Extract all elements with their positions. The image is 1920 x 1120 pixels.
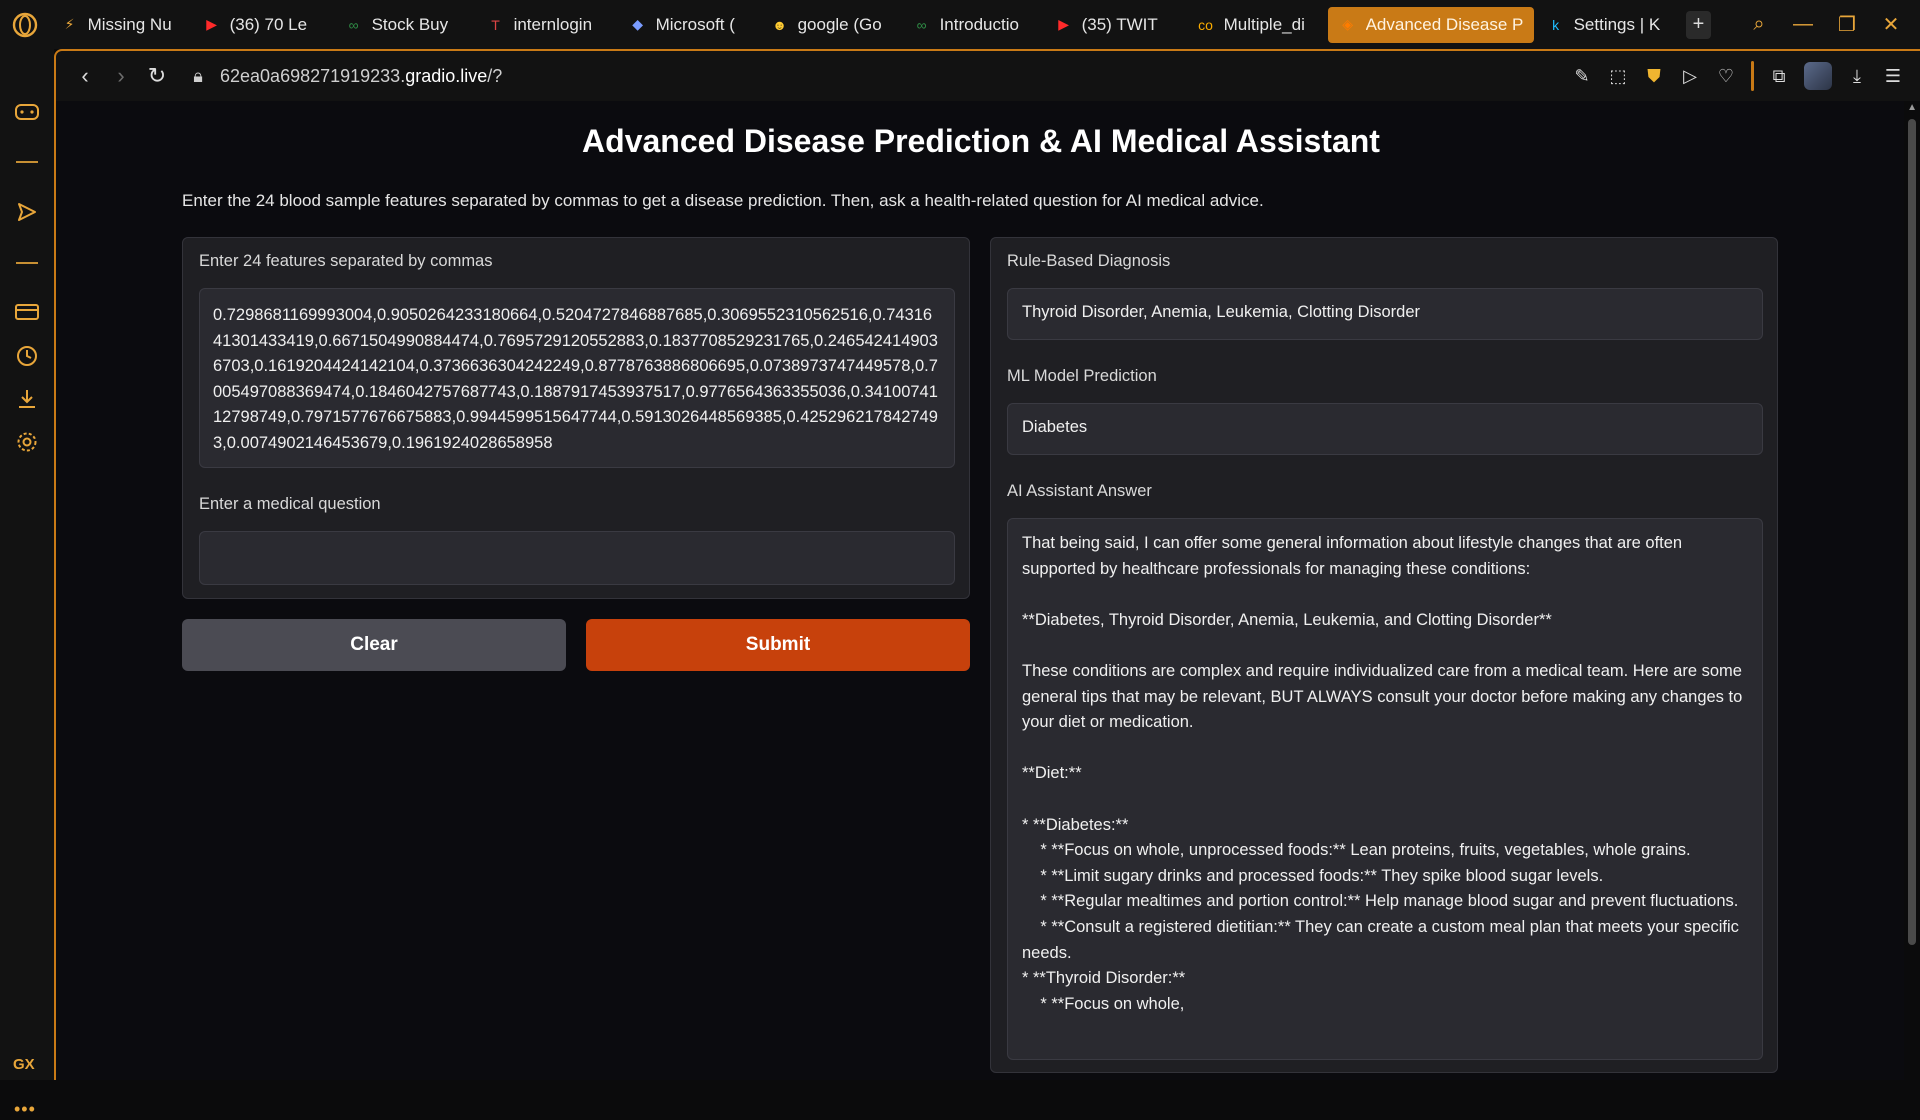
tab-gfg[interactable]: ∞ Introductio <box>902 7 1042 43</box>
scrollbar-thumb[interactable] <box>1908 119 1916 945</box>
ml-prediction-output[interactable]: Diabetes <box>1007 403 1763 455</box>
tab-copilot[interactable]: ◆ Microsoft ( <box>618 7 758 43</box>
diagnosis-label: Rule-Based Diagnosis <box>1007 252 1171 270</box>
opera-gx-logo-icon[interactable] <box>0 0 50 49</box>
tab-youtube[interactable]: ▶ (36) 70 Le <box>192 7 332 43</box>
avatar[interactable] <box>1804 62 1832 90</box>
sidebar-separator <box>16 161 38 163</box>
flow-send-icon[interactable]: ▷ <box>1679 65 1701 87</box>
tab-label: Advanced Disease P <box>1365 14 1524 34</box>
bolt-icon: ⚡ <box>64 16 75 32</box>
settings-gear-icon[interactable] <box>14 429 40 455</box>
gradio-page: Advanced Disease Prediction & AI Medical… <box>54 101 1904 1080</box>
history-icon[interactable] <box>14 343 40 369</box>
lock-icon[interactable]: 🔒︎ <box>184 66 212 87</box>
address-bar: ‹ › ↻ 🔒︎ 62ea0a698271919233.gradio.live/… <box>54 49 1920 101</box>
url-field[interactable]: 62ea0a698271919233.gradio.live/? <box>220 66 502 87</box>
search-icon[interactable]: ⌕ <box>1748 13 1770 36</box>
question-label: Enter a medical question <box>199 495 381 513</box>
reload-icon[interactable]: ↻ <box>140 59 174 93</box>
features-label: Enter 24 features separated by commas <box>199 252 493 270</box>
output-panel: Rule-Based Diagnosis Thyroid Disorder, A… <box>990 237 1778 1073</box>
window-controls: ⌕ — ❐ ✕ <box>1748 12 1920 37</box>
colab-icon: co <box>1198 16 1213 33</box>
page-title: Advanced Disease Prediction & AI Medical… <box>582 123 1380 159</box>
send-icon[interactable] <box>14 199 40 225</box>
tab-gfg[interactable]: ∞ Stock Buy <box>334 7 474 43</box>
diagnosis-output[interactable]: Thyroid Disorder, Anemia, Leukemia, Clot… <box>1007 288 1763 340</box>
tab-bar: ⚡ Missing Nu ▶ (36) 70 Le ∞ Stock Buy Tinternl… <box>0 0 1920 49</box>
question-input[interactable] <box>199 531 955 585</box>
tab-label: (36) 70 Le <box>229 14 308 34</box>
answer-output[interactable]: That being said, I can offer some genera… <box>1007 518 1763 1060</box>
sidebar-separator <box>16 262 38 264</box>
toolbar-divider <box>1751 61 1754 91</box>
pin-icon[interactable]: ✎ <box>1571 65 1593 87</box>
tab-label: internlogin <box>513 14 593 34</box>
tab-label: (35) TWIT <box>1081 14 1158 34</box>
input-panel: Enter 24 features separated by commas 0.… <box>182 237 970 599</box>
new-tab-button[interactable]: + <box>1685 10 1712 39</box>
forward-icon[interactable]: › <box>104 59 138 93</box>
copilot-icon: ◆ <box>632 16 643 32</box>
scroll-up-icon[interactable]: ▲ <box>1907 102 1917 113</box>
youtube-icon: ▶ <box>1058 16 1069 32</box>
tab-label: Missing Nu <box>87 14 172 34</box>
tab-kaggle[interactable]: k Settings | K <box>1536 7 1676 43</box>
url-domain: gradio.live <box>405 65 488 86</box>
snapshot-icon[interactable]: ⬚ <box>1607 65 1629 87</box>
restore-icon[interactable]: ❐ <box>1836 12 1858 37</box>
submit-button[interactable]: Submit <box>586 619 970 671</box>
features-textarea[interactable]: 0.7298681169993004,0.9050264233180664,0.… <box>199 288 955 468</box>
clear-button[interactable]: Clear <box>182 619 566 671</box>
gradio-icon: ◈ <box>1342 16 1353 32</box>
toolbar-right: ✎ ⬚ ⛊ ▷ ♡ ⧉ ⤓ ☰ <box>1571 61 1920 91</box>
tab-strip: ⚡ Missing Nu ▶ (36) 70 Le ∞ Stock Buy Tinternl… <box>50 0 1678 49</box>
close-icon[interactable]: ✕ <box>1880 12 1902 37</box>
ml-prediction-label: ML Model Prediction <box>1007 367 1157 385</box>
tab-internlogin[interactable]: Tinternlogin <box>476 7 616 43</box>
huggingface-icon: ☻ <box>772 16 787 33</box>
tab-gradio[interactable]: ◈ Advanced Disease P <box>1327 6 1534 43</box>
shield-icon[interactable]: ⛊ <box>1643 65 1665 87</box>
kaggle-icon: k <box>1552 16 1560 33</box>
gfg-icon: ∞ <box>916 16 927 33</box>
tab-label: Introductio <box>939 14 1019 34</box>
gx-corner-label[interactable]: GX <box>13 1056 35 1073</box>
tab-huggingface[interactable]: ☻ google (Go <box>760 7 900 43</box>
youtube-icon: ▶ <box>206 16 217 32</box>
back-icon[interactable]: ‹ <box>68 59 102 93</box>
url-path: /? <box>487 65 503 86</box>
wallet-icon[interactable] <box>14 299 40 325</box>
answer-label: AI Assistant Answer <box>1007 482 1152 500</box>
tab-bolt[interactable]: ⚡ Missing Nu <box>50 7 190 43</box>
tab-label: google (Go <box>797 14 882 34</box>
gfg-icon: ∞ <box>348 16 359 33</box>
heart-icon[interactable]: ♡ <box>1715 65 1737 87</box>
tab-label: Settings | K <box>1573 14 1661 34</box>
tab-label: Multiple_di <box>1223 14 1305 34</box>
browser-sidebar: GX ••• <box>0 49 54 1119</box>
minimize-icon[interactable]: — <box>1792 13 1814 36</box>
extensions-icon[interactable]: ⧉ <box>1768 65 1790 87</box>
tab-label: Stock Buy <box>371 14 449 34</box>
downloads-icon[interactable] <box>14 386 40 412</box>
url-host-prefix: 62ea0a698271919233. <box>220 65 406 86</box>
tab-youtube[interactable]: ▶ (35) TWIT <box>1044 7 1184 43</box>
download-icon[interactable]: ⤓ <box>1846 65 1868 87</box>
more-options-icon[interactable]: ••• <box>14 1099 36 1120</box>
page-description: Enter the 24 blood sample features separ… <box>182 191 1264 210</box>
tab-label: Microsoft ( <box>655 14 735 34</box>
internlogin-icon: T <box>491 16 500 33</box>
easy-setup-icon[interactable]: ☰ <box>1882 65 1904 87</box>
gamepad-icon[interactable] <box>14 99 40 125</box>
tab-colab[interactable]: co Multiple_di <box>1186 7 1326 43</box>
